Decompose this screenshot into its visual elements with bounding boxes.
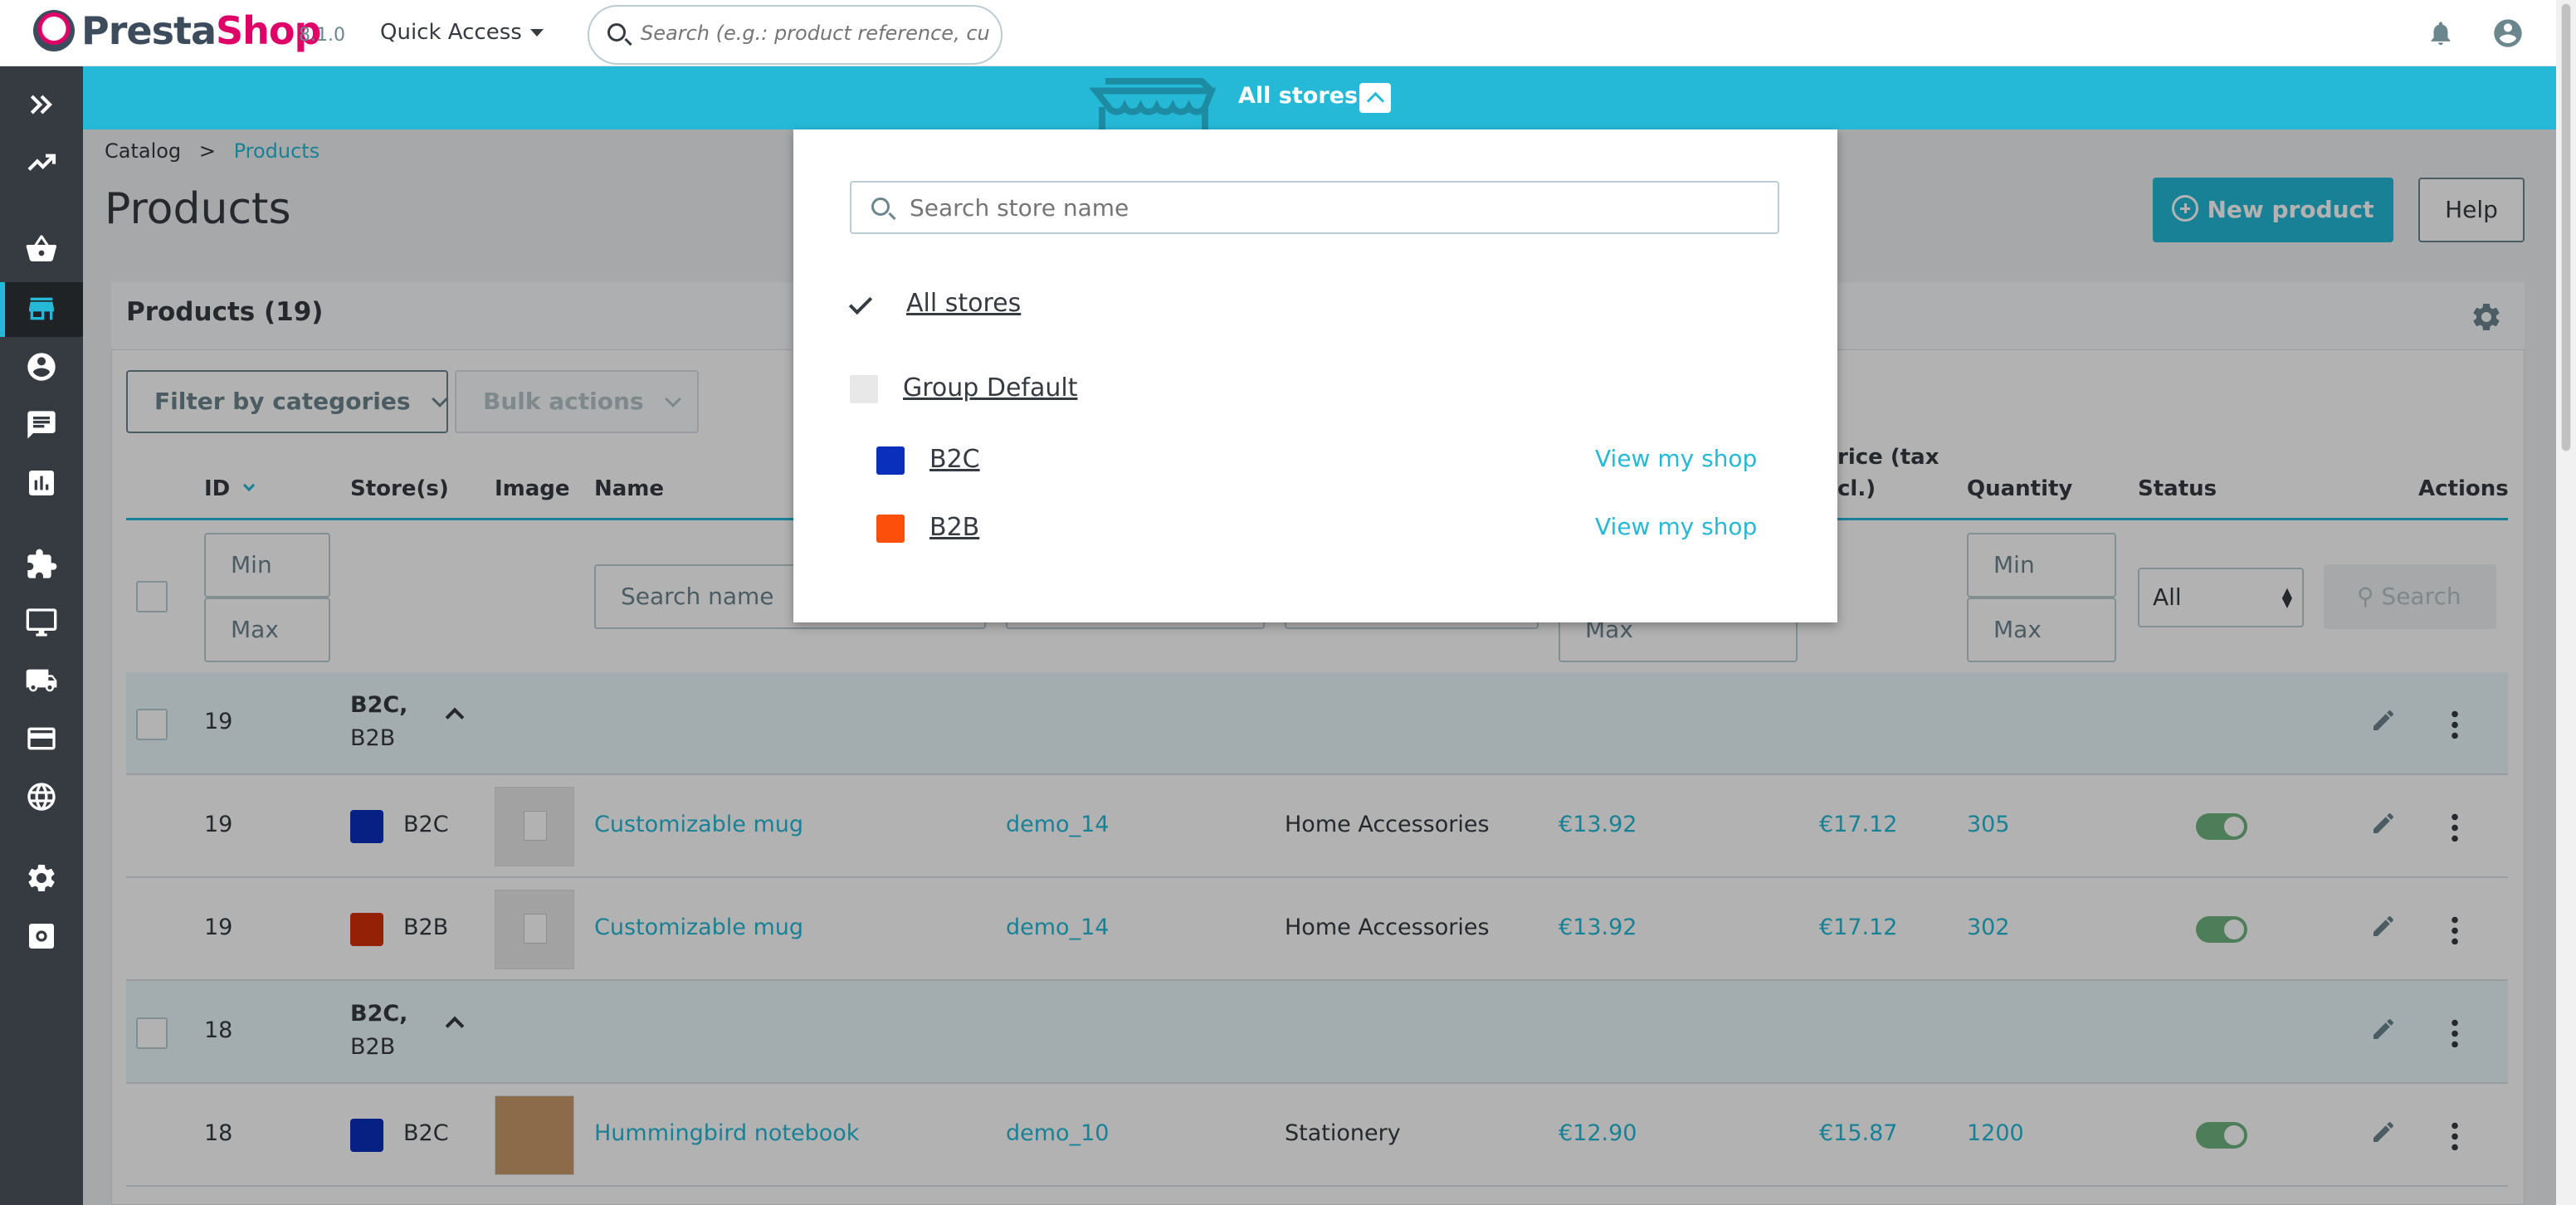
search-icon bbox=[607, 23, 626, 41]
orders-basket-icon[interactable] bbox=[25, 232, 58, 266]
search-icon bbox=[871, 198, 890, 216]
group-color-swatch bbox=[850, 375, 878, 403]
stats-icon[interactable] bbox=[25, 466, 58, 500]
notifications-bell-icon[interactable] bbox=[2427, 18, 2455, 48]
dashboard-trend-icon[interactable] bbox=[25, 146, 58, 179]
page-scrollbar[interactable] bbox=[2556, 0, 2576, 1205]
design-monitor-icon[interactable] bbox=[25, 606, 58, 639]
group-default-option[interactable]: Group Default bbox=[903, 373, 1077, 402]
view-my-shop-link-b2c[interactable]: View my shop bbox=[1595, 445, 1757, 472]
sidebar bbox=[0, 66, 83, 1205]
expand-sidebar-icon[interactable] bbox=[25, 88, 58, 121]
shop-color-swatch-b2c bbox=[876, 446, 905, 475]
quick-access-label: Quick Access bbox=[380, 20, 522, 45]
customers-icon[interactable] bbox=[25, 350, 58, 383]
store-search-box[interactable] bbox=[850, 181, 1779, 234]
version-label: 8.1.0 bbox=[299, 25, 345, 46]
header-search-input[interactable] bbox=[641, 22, 989, 45]
shop-option-b2c[interactable]: B2C bbox=[929, 445, 980, 474]
settings-gear-icon[interactable] bbox=[25, 861, 58, 895]
header-search-box[interactable] bbox=[588, 5, 1003, 65]
modules-puzzle-icon[interactable] bbox=[25, 548, 58, 581]
all-stores-option[interactable]: All stores bbox=[906, 289, 1021, 318]
store-awning-icon bbox=[1089, 78, 1217, 129]
shop-option-b2b[interactable]: B2B bbox=[929, 513, 979, 542]
shipping-truck-icon[interactable] bbox=[25, 664, 58, 697]
brand-logo-text[interactable]: PrestaShop bbox=[81, 8, 321, 53]
caret-down-icon bbox=[529, 29, 544, 37]
messages-icon[interactable] bbox=[25, 408, 58, 442]
international-globe-icon[interactable] bbox=[25, 780, 58, 813]
store-search-input[interactable] bbox=[910, 194, 1739, 222]
catalog-store-icon[interactable] bbox=[25, 292, 58, 325]
payment-card-icon[interactable] bbox=[25, 722, 58, 755]
shop-color-swatch-b2b bbox=[876, 515, 905, 543]
store-selector-label[interactable]: All stores bbox=[1238, 83, 1358, 109]
scrollbar-thumb[interactable] bbox=[2561, 3, 2571, 451]
store-selector-collapse-button[interactable] bbox=[1359, 83, 1391, 113]
quick-access-menu[interactable]: Quick Access bbox=[380, 20, 544, 45]
prestashop-logo-icon[interactable] bbox=[33, 10, 75, 51]
user-account-icon[interactable] bbox=[2491, 17, 2525, 50]
view-my-shop-link-b2b[interactable]: View my shop bbox=[1595, 513, 1757, 540]
advanced-parameters-icon[interactable] bbox=[25, 920, 58, 953]
